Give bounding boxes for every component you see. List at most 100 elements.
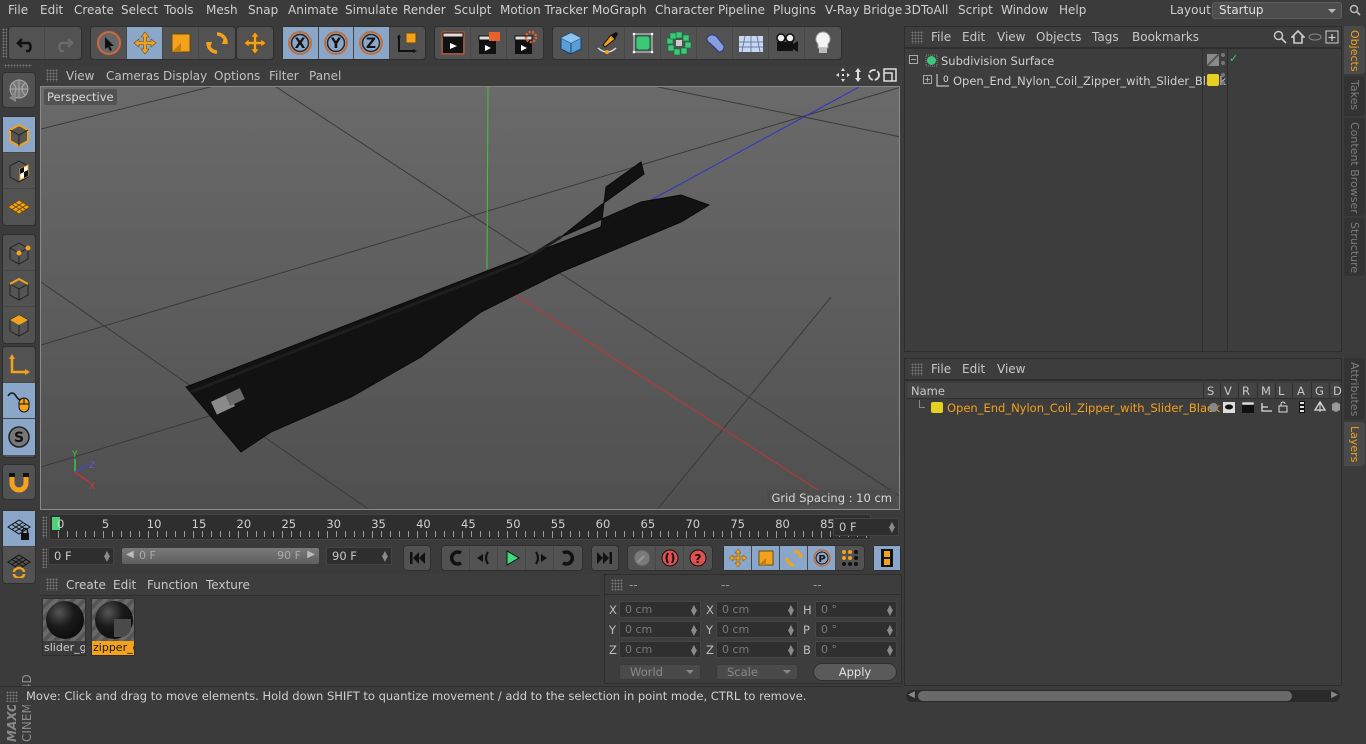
autokeying-button[interactable] [656,546,684,570]
point-level-key-button[interactable] [836,546,864,570]
column-generators[interactable]: G [1315,384,1324,398]
viewport-menu-filter[interactable]: Filter [269,69,299,83]
polygons-mode-button[interactable] [3,307,35,343]
live-selection-button[interactable] [91,27,127,59]
home-icon[interactable] [1291,30,1305,44]
viewport-grip[interactable] [46,69,58,82]
goto-end-button[interactable] [592,546,618,570]
object-menu-view[interactable]: View [997,30,1025,44]
search-icon[interactable] [1273,30,1287,44]
visibility-dot-icon[interactable] [1221,53,1225,57]
move-tool-button[interactable] [127,27,163,59]
y-axis-lock-button[interactable]: Y [318,27,354,59]
menu-render[interactable]: Render [403,3,446,17]
position-key-button[interactable] [724,546,752,570]
column-solo[interactable]: S [1207,384,1214,398]
material-slider[interactable]: slider_g [42,598,86,656]
layer-name[interactable]: Open_End_Nylon_Coil_Zipper_with_Slider_B… [947,401,1220,415]
undo-button[interactable] [9,27,45,59]
viewport-menu-display[interactable]: Display [163,69,207,83]
z-axis-lock-button[interactable]: Z [354,27,390,59]
menu-window[interactable]: Window [1001,3,1048,17]
menu-snap[interactable]: Snap [248,3,278,17]
deformer-button[interactable] [697,27,733,59]
render-settings-button[interactable] [507,27,543,59]
tab-takes[interactable]: Takes [1344,76,1365,116]
scale-tool-button[interactable] [163,27,199,59]
material-grip[interactable] [46,578,58,591]
viewport-menu-view[interactable]: View [66,69,94,83]
tab-attributes[interactable]: Attributes [1344,358,1365,420]
hierarchy-icon[interactable] [1261,402,1273,413]
rotate-view-icon[interactable] [867,68,881,82]
menu-file[interactable]: File [8,3,28,17]
model-mode-button[interactable] [3,117,35,153]
menu-edit[interactable]: Edit [40,3,63,17]
enabled-check-icon[interactable]: ✓ [1229,52,1238,65]
pen-spline-button[interactable] [589,27,625,59]
lock-workplane-button[interactable] [3,511,35,547]
layer-color-swatch[interactable] [1207,74,1219,86]
size-mode-dropdown[interactable]: Scale [716,664,798,680]
material-zipper[interactable]: zipper_g [91,598,135,656]
points-mode-button[interactable] [3,235,35,271]
column-name[interactable]: Name [911,384,945,398]
record-active-button[interactable] [628,546,656,570]
size-x-field[interactable]: 0 cm ▲ ▼ [716,601,798,618]
previous-frame-button[interactable] [470,546,498,570]
menu-tools[interactable]: Tools [164,3,194,17]
scroll-left-icon[interactable]: ◀ [908,690,915,700]
rotation-h-field[interactable]: 0 ° ▲ ▼ [815,601,897,618]
current-frame-field[interactable]: 0 F ▲ ▼ [833,518,899,536]
viewport-menu-cameras[interactable]: Cameras [106,69,159,83]
next-key-button[interactable] [554,546,582,570]
render-view-button[interactable] [435,27,471,59]
layer-color-swatch[interactable] [931,402,943,413]
editor-render-toggle-icon[interactable] [1207,54,1219,66]
menu-character[interactable]: Character [655,3,714,17]
frame-range-slider[interactable]: ◀ 0 F 90 F ▶ [121,547,320,565]
menu-script[interactable]: Script [958,3,993,17]
search-icon[interactable] [1349,4,1361,16]
parameter-key-button[interactable]: P [808,546,836,570]
filter-icon[interactable] [1308,30,1322,44]
menu-sculpt[interactable]: Sculpt [454,3,491,17]
viewport-menu-panel[interactable]: Panel [309,69,341,83]
solo-toggle-icon[interactable] [1209,403,1218,412]
material-menu-function[interactable]: Function [147,578,198,592]
layer-row[interactable]: Open_End_Nylon_Coil_Zipper_with_Slider_B… [907,399,1341,417]
coordinates-grip[interactable] [611,579,623,591]
light-button[interactable] [805,27,841,59]
tab-structure[interactable]: Structure [1344,218,1365,276]
coordinate-mode-dropdown[interactable]: World [619,664,701,680]
horizontal-scrollbar[interactable]: ◀ ▶ [906,690,1340,702]
menu-animate[interactable]: Animate [288,3,338,17]
visibility-dot-icon[interactable] [1221,73,1225,77]
cloner-button[interactable] [661,27,697,59]
deformer-icon[interactable] [1331,401,1341,413]
object-name[interactable]: Open_End_Nylon_Coil_Zipper_with_Slider_B… [953,74,1226,88]
size-y-field[interactable]: 0 cm ▲ ▼ [716,621,798,638]
floor-button[interactable] [733,27,769,59]
object-menu-file[interactable]: File [931,30,951,44]
eye-icon[interactable] [1223,402,1235,413]
3d-viewport[interactable]: Y Z X Perspective Grid Spacing : 10 cm [40,86,900,510]
tweak-mode-button[interactable] [3,383,35,419]
material-menu-texture[interactable]: Texture [206,578,250,592]
position-z-field[interactable]: 0 cm ▲ ▼ [619,641,701,658]
column-manager[interactable]: M [1261,384,1271,398]
timeline-grip[interactable] [42,516,47,538]
make-editable-button[interactable] [3,73,35,109]
pan-view-icon[interactable] [836,68,850,82]
tab-layers[interactable]: Layers [1344,422,1365,466]
size-z-field[interactable]: 0 cm ▲ ▼ [716,641,798,658]
range-right-arrow-icon[interactable]: ▶ [307,549,315,560]
menu-create[interactable]: Create [74,3,114,17]
end-frame-field[interactable]: 90 F ▲ ▼ [326,547,392,565]
texture-mode-button[interactable] [3,153,35,189]
column-render[interactable]: R [1242,384,1250,398]
position-y-field[interactable]: 0 cm ▲ ▼ [619,621,701,638]
generator-icon[interactable] [1314,401,1326,413]
menu-help[interactable]: Help [1059,3,1086,17]
layer-manager-grip[interactable] [911,363,923,376]
